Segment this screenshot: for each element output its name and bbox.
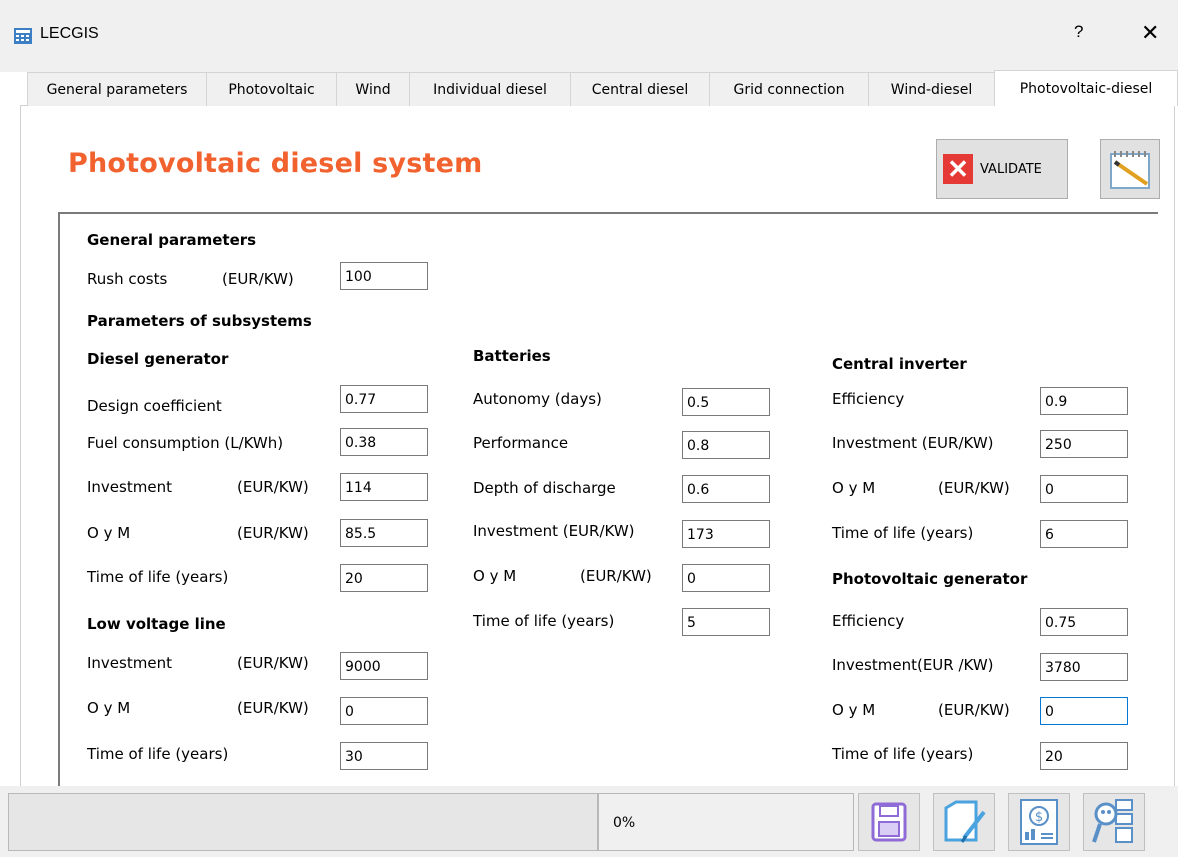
diesel-generator-title: Diesel generator [87,350,229,368]
inverter-efficiency-label: Efficiency [832,390,905,408]
lv-life-label: Time of life (years) [87,745,229,763]
tab-grid-connection[interactable]: Grid connection [709,72,869,106]
design-coefficient-input[interactable]: 0.77 [340,385,428,413]
performance-label: Performance [473,434,569,452]
pv-efficiency-label: Efficiency [832,612,905,630]
edit-document-button[interactable] [933,793,995,851]
batteries-title: Batteries [473,347,551,365]
inverter-life-label: Time of life (years) [832,524,974,542]
help-button[interactable]: ? [1074,22,1083,42]
inverter-investment-input[interactable]: 250 [1040,430,1128,458]
rush-costs-unit: (EUR/KW) [222,270,294,288]
depth-of-discharge-label: Depth of discharge [473,479,616,497]
performance-input[interactable]: 0.8 [682,431,770,459]
batteries-om-unit: (EUR/KW) [580,567,652,585]
edit-document-icon [944,800,986,843]
tab-individual-diesel[interactable]: Individual diesel [409,72,571,106]
validate-button[interactable]: ✕ VALIDATE [936,139,1068,199]
notepad-pencil-icon [1110,151,1150,189]
pv-generator-title: Photovoltaic generator [832,570,1028,588]
tab-general-parameters[interactable]: General parameters [27,72,207,106]
design-coefficient-label: Design coefficient [87,397,222,415]
central-inverter-title: Central inverter [832,355,967,373]
pv-om-input[interactable]: 0 [1040,697,1128,725]
general-parameters-title: General parameters [87,231,257,249]
diesel-om-label: O y M [87,524,131,542]
status-message-area [8,793,598,851]
pv-om-unit: (EUR/KW) [938,701,1010,719]
rush-costs-input[interactable]: 100 [340,262,428,290]
save-icon [871,802,907,842]
diesel-investment-input[interactable]: 114 [340,473,428,501]
batteries-om-input[interactable]: 0 [682,564,770,592]
pv-om-label: O y M [832,701,876,719]
lv-om-input[interactable]: 0 [340,697,428,725]
autonomy-label: Autonomy (days) [473,390,602,408]
report-button[interactable] [1100,139,1160,199]
batteries-investment-input[interactable]: 173 [682,520,770,548]
lv-investment-input[interactable]: 9000 [340,652,428,680]
search-report-button[interactable] [1083,793,1145,851]
tab-wind[interactable]: Wind [336,72,410,106]
batteries-life-input[interactable]: 5 [682,608,770,636]
rush-costs-label: Rush costs [87,270,168,288]
fuel-consumption-input[interactable]: 0.38 [340,428,428,456]
calculator-app-icon [14,28,32,44]
lv-life-input[interactable]: 30 [340,742,428,770]
batteries-investment-label: Investment (EUR/KW) [473,522,635,540]
batteries-life-label: Time of life (years) [473,612,615,630]
inverter-investment-label: Investment (EUR/KW) [832,434,994,452]
tab-central-diesel[interactable]: Central diesel [570,72,710,106]
diesel-life-label: Time of life (years) [87,568,229,586]
lv-om-unit: (EUR/KW) [237,699,309,717]
depth-of-discharge-input[interactable]: 0.6 [682,475,770,503]
tab-wind-diesel[interactable]: Wind-diesel [868,72,995,106]
progress-bar [598,793,854,851]
batteries-om-label: O y M [473,567,517,585]
lv-investment-label: Investment [87,654,172,672]
save-button[interactable] [858,793,920,851]
inverter-life-input[interactable]: 6 [1040,520,1128,548]
diesel-investment-label: Investment [87,478,172,496]
title-bar [0,0,1178,72]
close-button[interactable]: ✕ [1141,20,1159,46]
diesel-life-input[interactable]: 20 [340,564,428,592]
pv-investment-input[interactable]: 3780 [1040,653,1128,681]
close-x-icon: ✕ [943,154,973,184]
subsystems-title: Parameters of subsystems [87,312,312,330]
search-report-icon [1092,799,1133,843]
cost-analysis-button[interactable]: $ [1008,793,1070,851]
lv-om-label: O y M [87,699,131,717]
pv-investment-label: Investment(EUR /KW) [832,656,994,674]
fuel-consumption-label: Fuel consumption (L/KWh) [87,434,284,452]
tab-bar: General parameters Photovoltaic Wind Ind… [27,70,1178,106]
pv-life-label: Time of life (years) [832,745,974,763]
tab-photovoltaic-diesel[interactable]: Photovoltaic-diesel [994,70,1178,106]
diesel-om-input[interactable]: 85.5 [340,519,428,547]
inverter-efficiency-input[interactable]: 0.9 [1040,387,1128,415]
pv-efficiency-input[interactable]: 0.75 [1040,608,1128,636]
inverter-om-label: O y M [832,479,876,497]
progress-text: 0% [613,815,636,831]
page-title: Photovoltaic diesel system [68,148,483,179]
validate-label: VALIDATE [980,161,1042,177]
diesel-investment-unit: (EUR/KW) [237,478,309,496]
svg-text:$: $ [1035,810,1043,825]
low-voltage-line-title: Low voltage line [87,615,226,633]
autonomy-input[interactable]: 0.5 [682,388,770,416]
inverter-om-unit: (EUR/KW) [938,479,1010,497]
window-title: LECGIS [40,25,99,42]
cost-analysis-icon: $ [1020,799,1058,845]
pv-life-input[interactable]: 20 [1040,742,1128,770]
lv-investment-unit: (EUR/KW) [237,654,309,672]
inverter-om-input[interactable]: 0 [1040,475,1128,503]
diesel-om-unit: (EUR/KW) [237,524,309,542]
tab-photovoltaic[interactable]: Photovoltaic [206,72,337,106]
